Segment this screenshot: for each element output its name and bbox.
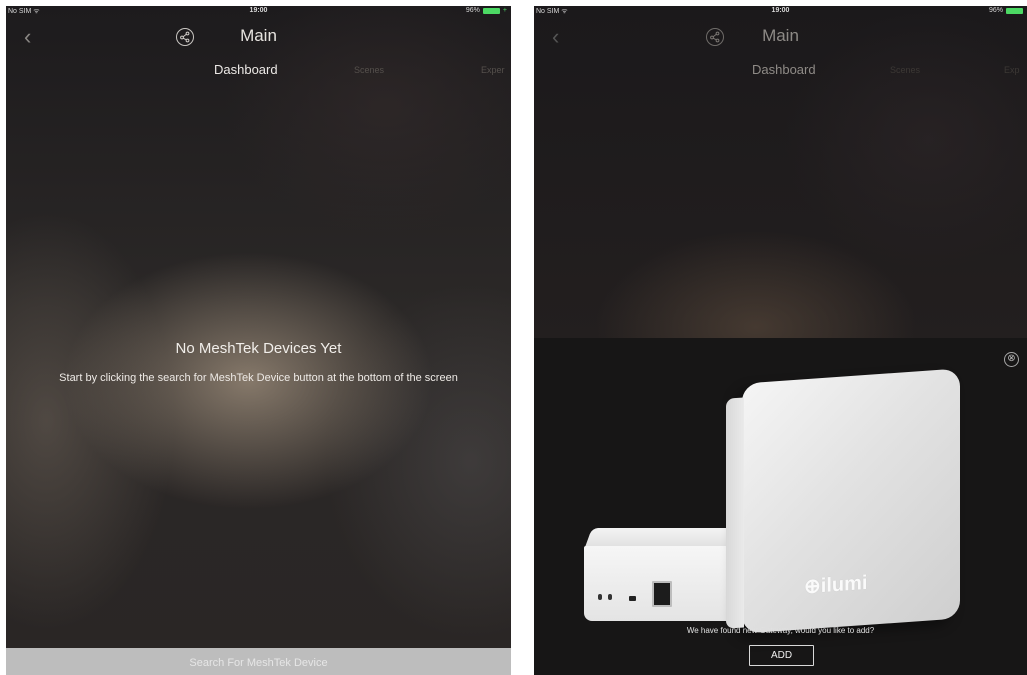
status-bar: No SIM ᯤ 19:00 96% +	[6, 6, 511, 18]
status-right: 96% +	[466, 7, 507, 14]
screen-gateway-found: No SIM ᯤ 19:00 96% ‹ Main Dashboard Scen…	[534, 6, 1027, 675]
empty-state-description: Start by clicking the search for MeshTek…	[59, 372, 458, 384]
ethernet-port	[652, 581, 672, 607]
battery-percent: 96%	[988, 7, 1003, 14]
clock: 19:00	[249, 7, 268, 14]
led-dot	[598, 594, 602, 600]
status-bar: No SIM ᯤ 19:00 96%	[534, 6, 1027, 18]
gateway-found-message: We have found new Gateway, would you lik…	[686, 626, 875, 635]
close-circle-icon[interactable]: ⊗	[1004, 352, 1019, 367]
gateway-found-panel: ⊗ ⊕ilumi We have found new Gateway, woul…	[534, 338, 1027, 675]
page-title: Main	[240, 26, 277, 45]
screen-dashboard-empty: No SIM ᯤ 19:00 96% + ‹ Main Dashboard Sc…	[6, 6, 511, 675]
nav-bar: ‹ Main	[6, 20, 511, 60]
tab-experiences[interactable]: Exp	[1004, 65, 1020, 75]
led-dot	[608, 594, 612, 600]
tab-dashboard[interactable]: Dashboard	[752, 62, 816, 77]
tab-scenes[interactable]: Scenes	[354, 65, 384, 75]
add-gateway-button[interactable]: ADD	[749, 645, 814, 666]
battery-percent: 96%	[465, 7, 480, 14]
empty-state-title: No MeshTek Devices Yet	[175, 340, 342, 357]
tab-bar: Dashboard Scenes Exp	[534, 62, 1027, 82]
ilumi-logo: ⊕ilumi	[804, 571, 868, 599]
tab-scenes[interactable]: Scenes	[890, 65, 920, 75]
gateway-base-front	[584, 546, 744, 621]
clock: 19:00	[771, 7, 790, 14]
gateway-tall-unit: ⊕ilumi	[726, 368, 960, 634]
battery-icon	[482, 7, 500, 14]
tab-experiences[interactable]: Exper	[481, 65, 505, 75]
tab-bar: Dashboard Scenes Exper	[6, 62, 511, 82]
charging-icon: +	[502, 7, 507, 14]
gateway-device-image: ⊕ilumi	[584, 368, 974, 634]
nav-bar: ‹ Main	[534, 20, 1027, 60]
status-right: 96%	[989, 7, 1023, 14]
tab-dashboard[interactable]: Dashboard	[214, 62, 278, 77]
usb-port	[629, 596, 636, 601]
page-title: Main	[762, 26, 799, 45]
battery-icon	[1006, 7, 1023, 14]
gateway-tall-side	[726, 397, 744, 629]
search-device-button[interactable]: Search For MeshTek Device	[6, 648, 511, 675]
